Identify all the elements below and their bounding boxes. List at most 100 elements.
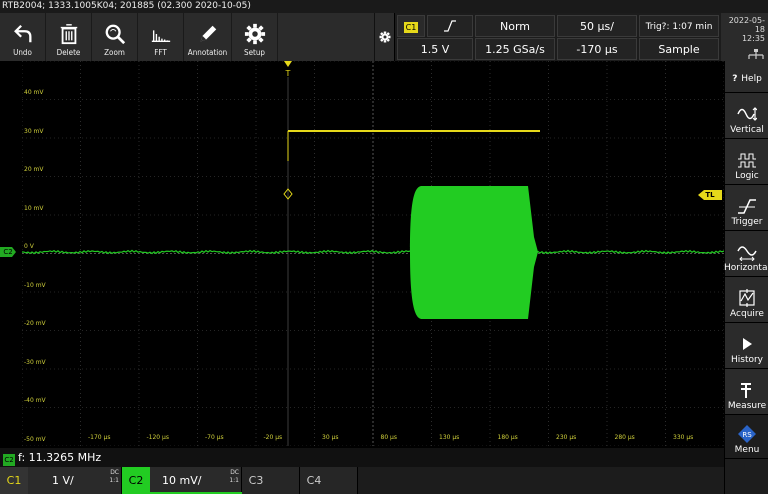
waveform-display[interactable]: T 40 mV 30 mV 20 mV 10 mV 0 V -10 mV -20 mV -30… bbox=[22, 61, 724, 446]
x-tick-label: -70 µs bbox=[205, 434, 224, 441]
x-tick-label: -20 µs bbox=[263, 434, 283, 441]
zoom-button[interactable]: Zoom bbox=[92, 13, 138, 61]
channel-4-label: C4 bbox=[306, 474, 322, 487]
y-tick-label: -40 mV bbox=[24, 397, 46, 404]
channel-2-box[interactable]: C2 10 mV/ DC 1:1 bbox=[122, 467, 242, 494]
trigger-position-marker[interactable] bbox=[284, 61, 292, 67]
x-tick-label: 80 µs bbox=[380, 434, 398, 441]
trigger-source-badge: C1 bbox=[403, 22, 419, 33]
help-button[interactable]: ? Help bbox=[725, 61, 768, 93]
rs-logo-icon: RS bbox=[738, 425, 756, 443]
sidebar-item-menu: Menu bbox=[734, 445, 760, 455]
x-tick-label: 280 µs bbox=[614, 434, 635, 441]
channel-4-box[interactable]: C4 bbox=[300, 467, 358, 494]
acquire-button[interactable]: Acquire bbox=[725, 277, 768, 323]
toolbar: Undo Delete Zoom FFT Annotation Setup bbox=[0, 13, 374, 61]
history-button[interactable]: History bbox=[725, 323, 768, 369]
y-tick-label: -20 mV bbox=[24, 320, 46, 327]
sidebar-item-vertical: Vertical bbox=[730, 125, 764, 135]
channel-bar: C1 1 V/ DC 1:1 C2 10 mV/ DC 1:1 C3 C4 bbox=[0, 467, 724, 494]
trigger-source-cell[interactable]: C1 bbox=[397, 15, 425, 37]
measure-button[interactable]: Measure bbox=[725, 369, 768, 415]
measure-icon bbox=[741, 383, 751, 398]
datetime-display: 2022-05-18 12:35 bbox=[721, 13, 768, 61]
delete-label: Delete bbox=[56, 48, 81, 57]
y-tick-label: 0 V bbox=[24, 243, 34, 250]
logic-icon bbox=[738, 153, 756, 168]
help-label: ? Help bbox=[732, 73, 762, 84]
acquire-icon bbox=[739, 289, 755, 307]
horizontal-icon bbox=[737, 246, 757, 261]
trigger-mode[interactable]: Norm bbox=[475, 15, 555, 37]
undo-label: Undo bbox=[13, 48, 32, 57]
fft-button[interactable]: FFT bbox=[138, 13, 184, 61]
channel-3-label: C3 bbox=[248, 474, 264, 487]
sidebar-item-measure: Measure bbox=[727, 401, 767, 411]
sidebar-item-acquire: Acquire bbox=[730, 309, 764, 319]
c2-offset-marker[interactable]: C2 bbox=[0, 247, 16, 257]
svg-text:RS: RS bbox=[742, 431, 752, 439]
trigger-marker-label: T bbox=[285, 69, 291, 78]
x-tick-label: 30 µs bbox=[322, 434, 339, 441]
channel-2-label: C2 bbox=[122, 467, 150, 494]
gear-icon bbox=[244, 23, 265, 45]
play-icon bbox=[743, 338, 752, 350]
setup-button[interactable]: Setup bbox=[232, 13, 278, 61]
x-tick-label: 230 µs bbox=[556, 434, 577, 441]
quick-settings-button[interactable] bbox=[374, 13, 394, 61]
trigger-time: Trig?: 1:07 min bbox=[639, 15, 719, 37]
vertical-button[interactable]: Vertical bbox=[725, 93, 768, 139]
annotation-label: Annotation bbox=[187, 48, 228, 57]
undo-button[interactable]: Undo bbox=[0, 13, 46, 61]
measurement-channel-tag: C2 bbox=[3, 454, 15, 466]
setup-label: Setup bbox=[244, 48, 265, 57]
y-tick-label: 40 mV bbox=[24, 89, 44, 96]
acquisition-mode[interactable]: Sample bbox=[639, 38, 719, 60]
logic-button[interactable]: Logic bbox=[725, 139, 768, 185]
horizontal-button[interactable]: Horizontal bbox=[724, 231, 768, 277]
y-tick-label: -10 mV bbox=[24, 281, 46, 289]
trigger-icon bbox=[738, 199, 756, 214]
window-title: RTB2004; 1333.1005K04; 201885 (02.300 20… bbox=[0, 0, 768, 13]
undo-icon bbox=[13, 24, 31, 43]
measurement-value: f: 11.3265 MHz bbox=[18, 451, 102, 464]
channel-1-label: C1 bbox=[0, 467, 28, 494]
annotation-button[interactable]: Annotation bbox=[184, 13, 232, 61]
delete-button[interactable]: Delete bbox=[46, 13, 92, 61]
x-tick-label: -120 µs bbox=[146, 434, 169, 441]
fft-label: FFT bbox=[154, 48, 167, 57]
right-sidebar: ? Help Vertical Logic Trigger Horizontal… bbox=[724, 61, 768, 494]
trigger-slope[interactable] bbox=[427, 15, 473, 37]
y-tick-label: 20 mV bbox=[24, 166, 44, 173]
channel-2-burst bbox=[410, 186, 538, 319]
pencil-icon bbox=[200, 25, 216, 42]
waveform-svg: T bbox=[22, 61, 724, 446]
channel-3-box[interactable]: C3 bbox=[242, 467, 300, 494]
menu-button[interactable]: RS Menu bbox=[725, 415, 768, 459]
small-gear-icon bbox=[379, 31, 390, 43]
channel-2-coupling: DC 1:1 bbox=[229, 469, 239, 484]
rising-edge-icon bbox=[444, 20, 456, 32]
measurement-readout[interactable]: C2 f: 11.3265 MHz bbox=[0, 448, 724, 467]
timebase-scale[interactable]: 50 µs/ bbox=[557, 15, 637, 37]
x-tick-label: 180 µs bbox=[497, 434, 518, 441]
y-tick-label: -30 mV bbox=[24, 358, 46, 366]
sidebar-item-horizontal: Horizontal bbox=[724, 263, 768, 273]
trigger-button[interactable]: Trigger bbox=[725, 185, 768, 231]
x-tick-label: 130 µs bbox=[439, 434, 460, 441]
horizontal-position[interactable]: -170 µs bbox=[557, 38, 637, 60]
x-tick-label: -170 µs bbox=[88, 434, 111, 441]
trash-icon bbox=[60, 24, 77, 45]
vertical-icon bbox=[737, 107, 757, 121]
sidebar-item-logic: Logic bbox=[735, 171, 759, 181]
channel-1-box[interactable]: C1 1 V/ DC 1:1 bbox=[0, 467, 122, 494]
y-tick-label: 30 mV bbox=[24, 127, 44, 135]
channel-1-scale: 1 V/ bbox=[52, 474, 74, 487]
zoom-label: Zoom bbox=[104, 48, 125, 57]
sample-rate: 1.25 GSa/s bbox=[475, 38, 555, 60]
network-icon bbox=[748, 49, 764, 59]
sidebar-item-trigger: Trigger bbox=[731, 217, 763, 227]
grid bbox=[22, 61, 724, 446]
trigger-level[interactable]: 1.5 V bbox=[397, 38, 473, 60]
y-tick-label: -50 mV bbox=[24, 435, 46, 443]
